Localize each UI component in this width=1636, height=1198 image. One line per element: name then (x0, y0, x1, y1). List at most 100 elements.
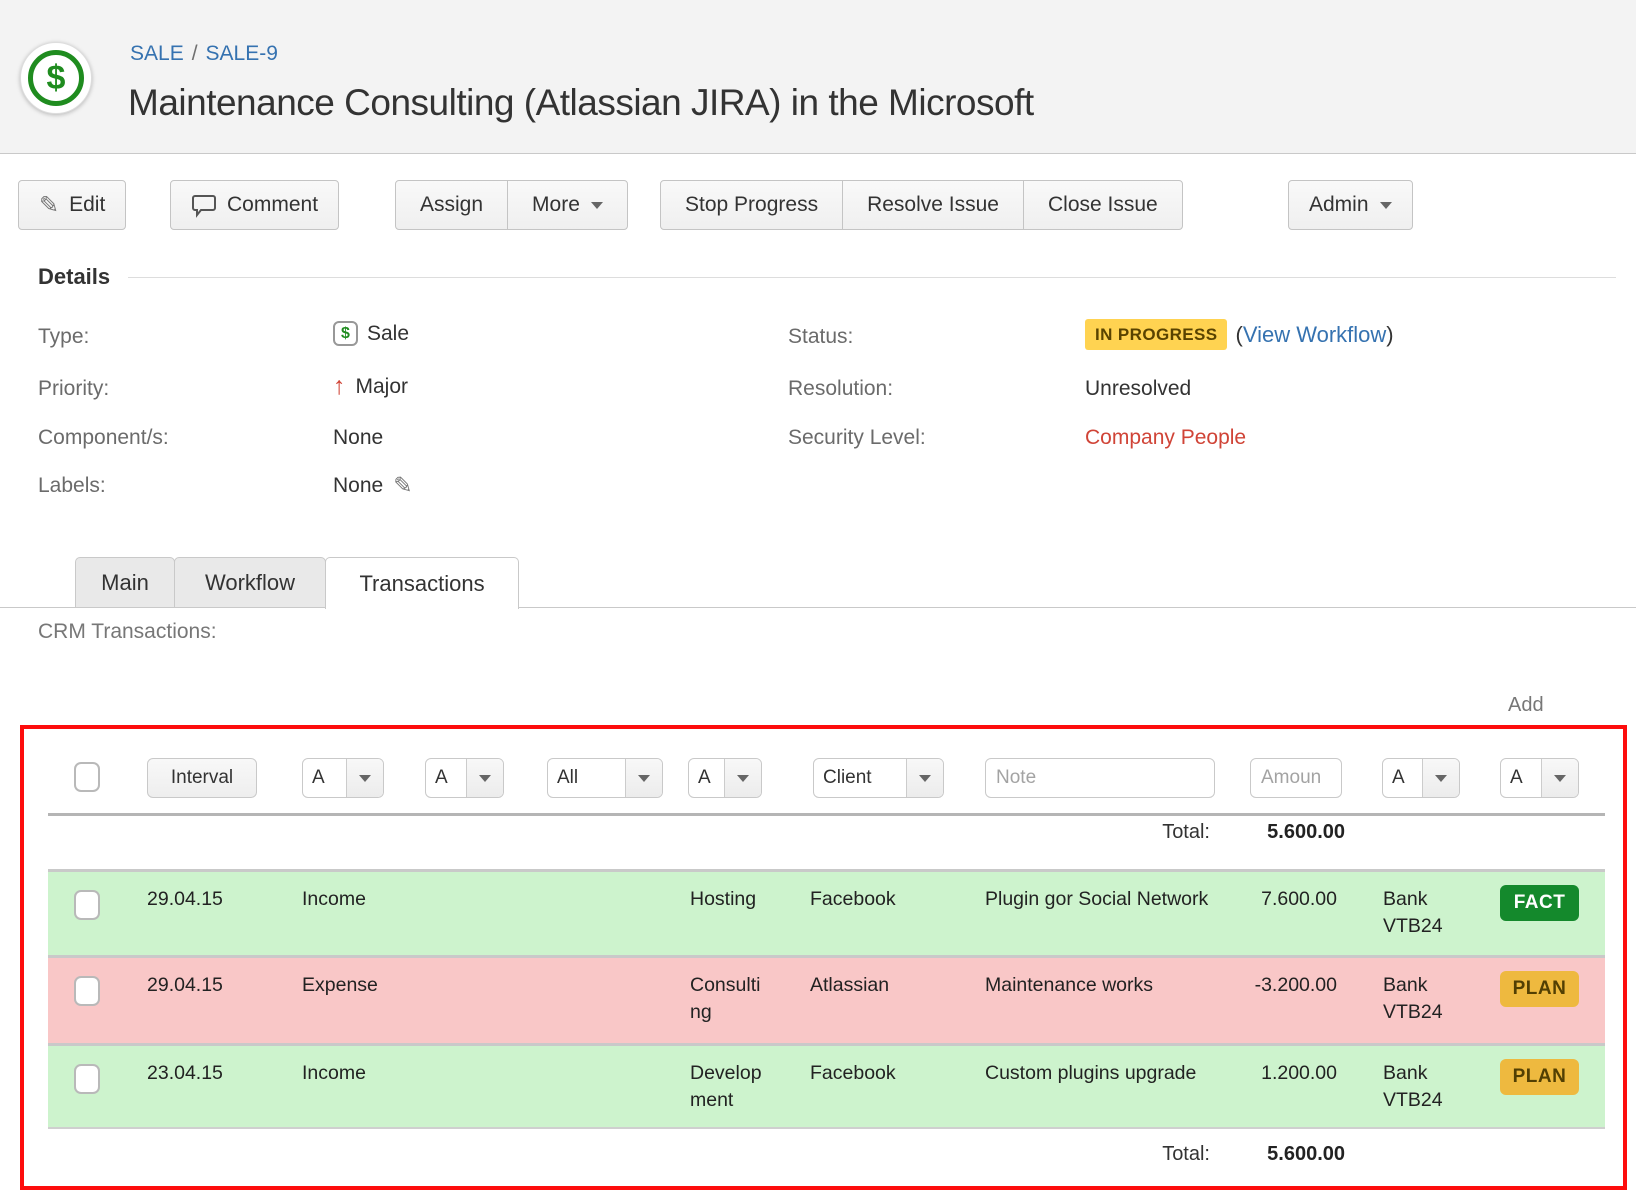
admin-button[interactable]: Admin (1288, 180, 1413, 230)
total-value: 5.600.00 (1267, 821, 1345, 844)
assign-button[interactable]: Assign (395, 180, 508, 230)
table-row: 29.04.15 Income Hosting Facebook Plugin … (48, 869, 1605, 955)
stop-progress-label: Stop Progress (685, 193, 818, 217)
cell-product: Development (690, 1060, 762, 1114)
breadcrumb-issue-link[interactable]: SALE-9 (206, 42, 278, 65)
components-value: None (333, 426, 383, 450)
tab-main[interactable]: Main (75, 557, 175, 608)
cell-amount: 7.600.00 (1261, 886, 1337, 913)
interval-filter-button[interactable]: Interval (147, 758, 257, 798)
client-filter-dropdown[interactable]: Client (813, 758, 944, 798)
category-filter-value: A (426, 759, 466, 797)
cell-bank: Bank VTB24 (1383, 972, 1469, 1026)
edit-button-label: Edit (69, 193, 105, 217)
status-badge: IN PROGRESS (1085, 319, 1227, 350)
labels-value: None ✎ (333, 472, 412, 499)
chevron-down-icon (591, 202, 603, 209)
note-filter-input[interactable] (985, 758, 1215, 798)
bank-filter-dropdown[interactable]: A (1382, 758, 1460, 798)
table-row: 29.04.15 Expense Consulting Atlassian Ma… (48, 955, 1605, 1043)
type-filter-dropdown[interactable]: A (302, 758, 384, 798)
components-label: Component/s: (38, 426, 169, 450)
priority-value-text: Major (356, 375, 409, 399)
row-checkbox[interactable] (74, 1064, 100, 1094)
all-filter-dropdown[interactable]: All (547, 758, 663, 798)
cell-client: Facebook (810, 1060, 896, 1087)
details-divider (128, 277, 1616, 278)
row-checkbox[interactable] (74, 976, 100, 1006)
cell-type: Income (302, 1060, 366, 1087)
cell-date: 29.04.15 (147, 972, 223, 999)
cell-product: Consulting (690, 972, 762, 1026)
stop-progress-button[interactable]: Stop Progress (660, 180, 843, 230)
row-checkbox[interactable] (74, 890, 100, 920)
cell-bank: Bank VTB24 (1383, 1060, 1469, 1114)
close-issue-label: Close Issue (1048, 193, 1158, 217)
type-filter-value: A (303, 759, 346, 797)
workflow-button-group: Stop Progress Resolve Issue Close Issue (660, 180, 1183, 230)
bank-filter-value: A (1383, 759, 1422, 797)
add-transaction-link[interactable]: Add (1508, 694, 1544, 717)
pencil-icon: ✎ (39, 191, 59, 220)
resolve-issue-label: Resolve Issue (867, 193, 999, 217)
cell-note: Custom plugins upgrade (985, 1060, 1196, 1087)
assign-button-label: Assign (420, 193, 483, 217)
amount-filter-input[interactable] (1250, 758, 1342, 798)
close-issue-button[interactable]: Close Issue (1023, 180, 1183, 230)
cell-type: Income (302, 886, 366, 913)
resolution-label: Resolution: (788, 377, 893, 401)
plan-state-badge[interactable]: PLAN (1500, 971, 1579, 1007)
chevron-down-icon (724, 759, 761, 797)
total-label: Total: (1162, 821, 1210, 844)
state-filter-dropdown[interactable]: A (1500, 758, 1579, 798)
table-row: 23.04.15 Income Development Facebook Cus… (48, 1043, 1605, 1129)
cell-note: Plugin gor Social Network (985, 886, 1208, 913)
resolution-value: Unresolved (1085, 377, 1191, 401)
labels-value-text: None (333, 474, 383, 498)
more-button[interactable]: More (507, 180, 628, 230)
category-filter-dropdown[interactable]: A (425, 758, 504, 798)
security-level-value: Company People (1085, 426, 1246, 450)
state-filter-value: A (1501, 759, 1541, 797)
chevron-down-icon (1422, 759, 1459, 797)
chevron-down-icon (1380, 202, 1392, 209)
breadcrumb-separator: / (184, 42, 206, 65)
comment-button[interactable]: Comment (170, 180, 339, 230)
resolve-issue-button[interactable]: Resolve Issue (842, 180, 1024, 230)
total-value: 5.600.00 (1267, 1143, 1345, 1166)
plan-state-badge[interactable]: PLAN (1500, 1059, 1579, 1095)
type-value-text: Sale (367, 322, 409, 346)
priority-value: ↑ Major (333, 372, 408, 401)
total-row-bottom: Total: 5.600.00 (48, 1143, 1605, 1173)
issue-page: $ SALE/SALE-9 Maintenance Consulting (At… (0, 0, 1636, 1198)
cell-type: Expense (302, 972, 378, 999)
dollar-icon: $ (28, 50, 84, 106)
breadcrumb-project-link[interactable]: SALE (130, 42, 184, 65)
assign-button-group: Assign More (395, 180, 628, 230)
cell-product: Hosting (690, 886, 762, 913)
cell-amount: -3.200.00 (1255, 972, 1337, 999)
chevron-down-icon (466, 759, 503, 797)
tab-workflow[interactable]: Workflow (174, 557, 326, 608)
comment-bubble-icon (191, 192, 217, 218)
issue-header: $ SALE/SALE-9 Maintenance Consulting (At… (0, 0, 1636, 154)
security-level-label: Security Level: (788, 426, 926, 450)
more-button-label: More (532, 193, 580, 217)
details-heading: Details (38, 264, 110, 290)
admin-button-label: Admin (1309, 193, 1369, 217)
crm-transactions-label: CRM Transactions: (38, 620, 217, 644)
chevron-down-icon (346, 759, 383, 797)
cell-date: 29.04.15 (147, 886, 223, 913)
edit-button[interactable]: ✎ Edit (18, 180, 126, 230)
total-row-top: Total: 5.600.00 (48, 821, 1605, 851)
comment-button-label: Comment (227, 193, 318, 217)
product-filter-dropdown[interactable]: A (688, 758, 762, 798)
client-filter-value: Client (814, 759, 906, 797)
tab-transactions[interactable]: Transactions (325, 557, 519, 609)
cell-amount: 1.200.00 (1261, 1060, 1337, 1087)
view-workflow-link[interactable]: View Workflow (1243, 322, 1386, 348)
chevron-down-icon (625, 759, 662, 797)
fact-state-badge[interactable]: FACT (1500, 885, 1579, 921)
edit-labels-pencil-icon[interactable]: ✎ (393, 472, 412, 499)
select-all-checkbox[interactable] (74, 762, 100, 792)
